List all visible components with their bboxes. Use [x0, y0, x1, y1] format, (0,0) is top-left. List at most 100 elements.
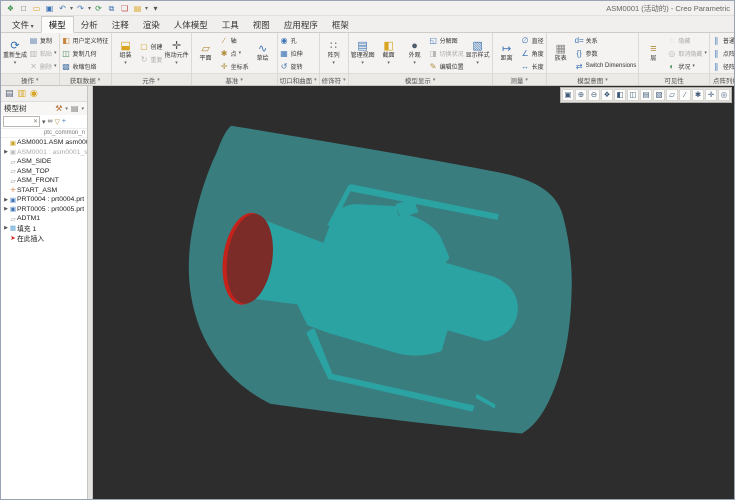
tree-item[interactable]: ▱ADTM1 — [1, 214, 87, 224]
display-style-icon[interactable]: ▧ — [653, 89, 665, 101]
ribbon-group-label[interactable]: 测量▾ — [493, 73, 546, 85]
coordinate-system-button[interactable]: ✛坐标系 — [220, 60, 249, 72]
mapkey-icon[interactable]: ⧉ — [106, 3, 117, 14]
group-dropdown-icon[interactable]: ▾ — [605, 77, 608, 83]
create-component-button[interactable]: ▢创建 — [140, 41, 163, 53]
hide-button[interactable]: ◌隐藏 — [667, 34, 707, 46]
undo-icon[interactable]: ↶ — [57, 3, 68, 14]
view-manager-icon[interactable]: ▤ — [640, 89, 652, 101]
ribbon-group-label[interactable]: 点阵列螺纹孔▾ — [710, 73, 734, 85]
paste-button[interactable]: ▥粘贴▾ — [29, 47, 57, 59]
tab-渲染[interactable]: 渲染 — [136, 17, 167, 32]
layers-button[interactable]: ≡层 — [641, 34, 665, 72]
datum-axis-button[interactable]: ∕轴 — [220, 34, 249, 46]
undo-icon-dropdown[interactable]: ▾ — [70, 5, 73, 12]
customize-icon[interactable]: ▾ — [150, 3, 161, 14]
ribbon-group-label[interactable]: 切口和曲面▾ — [278, 73, 319, 85]
group-dropdown-icon[interactable]: ▾ — [157, 77, 160, 83]
copy-button[interactable]: ▤复制 — [29, 34, 57, 46]
udf-button[interactable]: ◧用户定义特征 — [62, 34, 109, 46]
tab-注释[interactable]: 注释 — [105, 17, 136, 32]
tree-settings-icon-dropdown[interactable]: ▾ — [65, 106, 68, 112]
unhide-button[interactable]: ◎取消隐藏▾ — [667, 47, 707, 59]
point-display-icon[interactable]: ✱ — [692, 89, 704, 101]
window-icon[interactable]: ❏ — [119, 3, 130, 14]
tree-item[interactable]: ▱ASM_SIDE — [1, 157, 87, 167]
tree-item[interactable]: ▶▣PRT0004 : prt0004.prt — [1, 195, 87, 205]
sketch-button[interactable]: ∿草绘 — [251, 34, 275, 72]
refit-icon[interactable]: ▣ — [562, 89, 574, 101]
hole-button[interactable]: ◉孔 — [280, 34, 303, 46]
section-button[interactable]: ◧截面▾ — [377, 34, 401, 72]
open-icon[interactable]: ▭ — [31, 3, 42, 14]
find-icon[interactable]: ∞ — [48, 118, 53, 125]
folder-icon[interactable]: ▤ — [132, 3, 143, 14]
axis-display-icon[interactable]: ∕ — [679, 89, 691, 101]
copy-geometry-button[interactable]: ◫复制几何 — [62, 47, 109, 59]
folder-icon-dropdown[interactable]: ▾ — [145, 5, 148, 12]
ribbon-group-label[interactable]: 获取数据▾ — [60, 73, 111, 85]
graphics-viewport[interactable]: ▣⊕⊖❖◧◫▤▧▱∕✱✛◎ — [93, 86, 734, 499]
drag-component-button[interactable]: ✛拖动元件▾ — [165, 34, 189, 72]
annotation-display-icon[interactable]: ◎ — [718, 89, 730, 101]
redo-icon-dropdown[interactable]: ▾ — [88, 5, 91, 12]
datum-plane-button[interactable]: ▱平面 — [194, 34, 218, 72]
group-dropdown-icon[interactable]: ▾ — [98, 77, 101, 83]
tree-item[interactable]: ▱ASM_TOP — [1, 167, 87, 177]
filter-icon[interactable]: ▽ — [55, 118, 60, 126]
ribbon-group-label[interactable]: 修饰符▾ — [320, 73, 348, 85]
explode-view-button[interactable]: ◱分解图 — [429, 34, 464, 46]
regenerate-button[interactable]: ⟳重新生成▾ — [3, 34, 27, 72]
switch-dimensions-button[interactable]: ⇄Switch Dimensions — [575, 60, 637, 72]
search-input[interactable]: ✕ — [3, 116, 40, 127]
clear-search-icon[interactable]: ✕ — [33, 118, 38, 125]
manage-views-button[interactable]: ▤管理视图▾ — [351, 34, 375, 72]
relations-button[interactable]: d=关系 — [575, 34, 637, 46]
tree-item[interactable]: ▣ASM0001.ASM asm0001.asm — [1, 138, 87, 148]
edit-position-button[interactable]: ✎编辑位置 — [429, 60, 464, 72]
tab-应用程序[interactable]: 应用程序 — [277, 17, 325, 32]
repeat-button[interactable]: ↻重复 — [140, 54, 163, 66]
group-dropdown-icon[interactable]: ▾ — [525, 77, 528, 83]
zoom-out-icon[interactable]: ⊖ — [588, 89, 600, 101]
counterbore-pattern-button[interactable]: ∥点阵沉头孔▾ — [712, 47, 734, 59]
angle-button[interactable]: ∠角度 — [521, 47, 544, 59]
diameter-button[interactable]: ∅直径 — [521, 34, 544, 46]
save-icon[interactable]: ▣ — [44, 3, 55, 14]
group-dropdown-icon[interactable]: ▾ — [343, 77, 346, 83]
csys-display-icon[interactable]: ✛ — [705, 89, 717, 101]
shrinkwrap-button[interactable]: ▩收缩包络 — [62, 60, 109, 72]
appearance-button[interactable]: ●外观▾ — [403, 34, 427, 72]
tree-item[interactable]: ▶▦填充 1 — [1, 224, 87, 234]
tab-分析[interactable]: 分析 — [74, 17, 105, 32]
group-dropdown-icon[interactable]: ▾ — [36, 77, 39, 83]
through-pattern-button[interactable]: ∥径阵贯穿孔▾ — [712, 60, 734, 72]
tab-视图[interactable]: 视图 — [246, 17, 277, 32]
extrude-button[interactable]: ▦拉伸 — [280, 47, 303, 59]
tab-人体模型[interactable]: 人体模型 — [167, 17, 215, 32]
group-dropdown-icon[interactable]: ▾ — [240, 77, 243, 83]
favorites-tab[interactable]: ◉ — [30, 88, 38, 99]
tab-模型[interactable]: 模型 — [41, 16, 74, 33]
toggle-status-button[interactable]: ◨切换状况 — [429, 47, 464, 59]
ribbon-group-label[interactable]: 基准▾ — [192, 73, 277, 85]
ribbon-group-label[interactable]: 操作▾ — [1, 73, 59, 85]
group-dropdown-icon[interactable]: ▾ — [314, 77, 317, 83]
ribbon-group-label[interactable]: 模型意图▾ — [547, 73, 639, 85]
distance-button[interactable]: ↦距离 — [495, 34, 519, 72]
repaint-icon[interactable]: ❖ — [601, 89, 613, 101]
datum-display-icon[interactable]: ▱ — [666, 89, 678, 101]
tree-show-icon-dropdown[interactable]: ▾ — [81, 106, 84, 112]
tree-item[interactable]: ▶▣ASM0001 : asm0001_skel00 — [1, 148, 87, 158]
search-dropdown-icon[interactable]: ▾ — [42, 118, 46, 126]
ribbon-group-label[interactable]: 元件▾ — [112, 73, 191, 85]
app-icon[interactable]: ❖ — [5, 3, 16, 14]
folder-browser-tab[interactable]: ▥ — [18, 88, 27, 99]
tab-工具[interactable]: 工具 — [215, 17, 246, 32]
model-canvas[interactable] — [93, 86, 734, 499]
saved-orientations-icon[interactable]: ◫ — [627, 89, 639, 101]
tree-item[interactable]: ➤在此插入 — [1, 233, 87, 243]
zoom-in-icon[interactable]: ⊕ — [575, 89, 587, 101]
ribbon-group-label[interactable]: 模型显示▾ — [349, 73, 492, 85]
status-button[interactable]: ◐状况▾ — [667, 60, 707, 72]
